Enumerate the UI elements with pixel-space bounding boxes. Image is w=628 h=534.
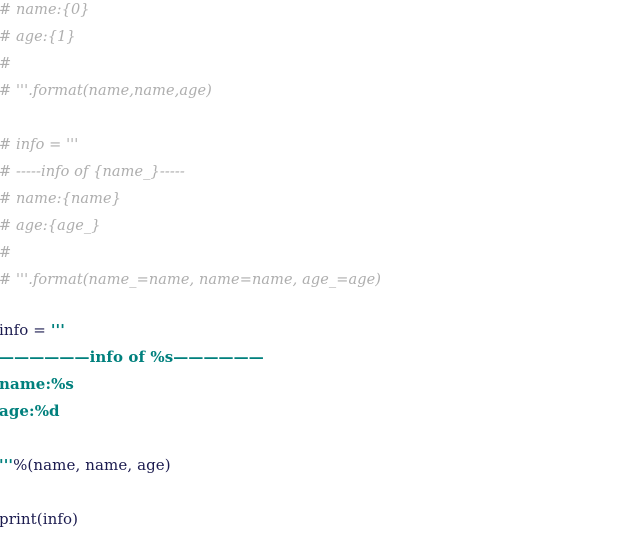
code-comment-line: # '''.format(name_=name, name=name, age_… (0, 272, 382, 288)
code-line-format: '''%(name, name, age) (0, 455, 171, 475)
string-body-line: ——————info of %s—————— (0, 348, 264, 366)
code-comment-line: # -----info of {name_}----- (0, 164, 185, 180)
code-comment-line: # name:{name} (0, 191, 122, 207)
code-editor-pane[interactable]: # name:{0} # age:{1} # # '''.format(name… (0, 0, 628, 534)
code-comment-line: # name:{0} (0, 2, 90, 18)
code-comment-line: # age:{1} (0, 29, 76, 45)
string-body-line: name:%s (0, 375, 74, 393)
code-comment-line: # age:{age_} (0, 218, 101, 234)
triple-quote-close: ''' (0, 456, 14, 474)
format-operands: %(name, name, age) (13, 456, 171, 474)
code-line-print: print(info) (0, 510, 79, 528)
code-comment-line: # (0, 245, 12, 261)
code-comment-line: # (0, 56, 12, 72)
triple-quote-open: ''' (50, 321, 65, 339)
string-body-line: age:%d (0, 402, 60, 420)
assignment-prefix: info = (0, 321, 51, 339)
code-line-assignment: info = ''' (0, 320, 65, 340)
code-comment-line: # info = ''' (0, 137, 79, 153)
code-comment-line: # '''.format(name,name,age) (0, 83, 212, 99)
